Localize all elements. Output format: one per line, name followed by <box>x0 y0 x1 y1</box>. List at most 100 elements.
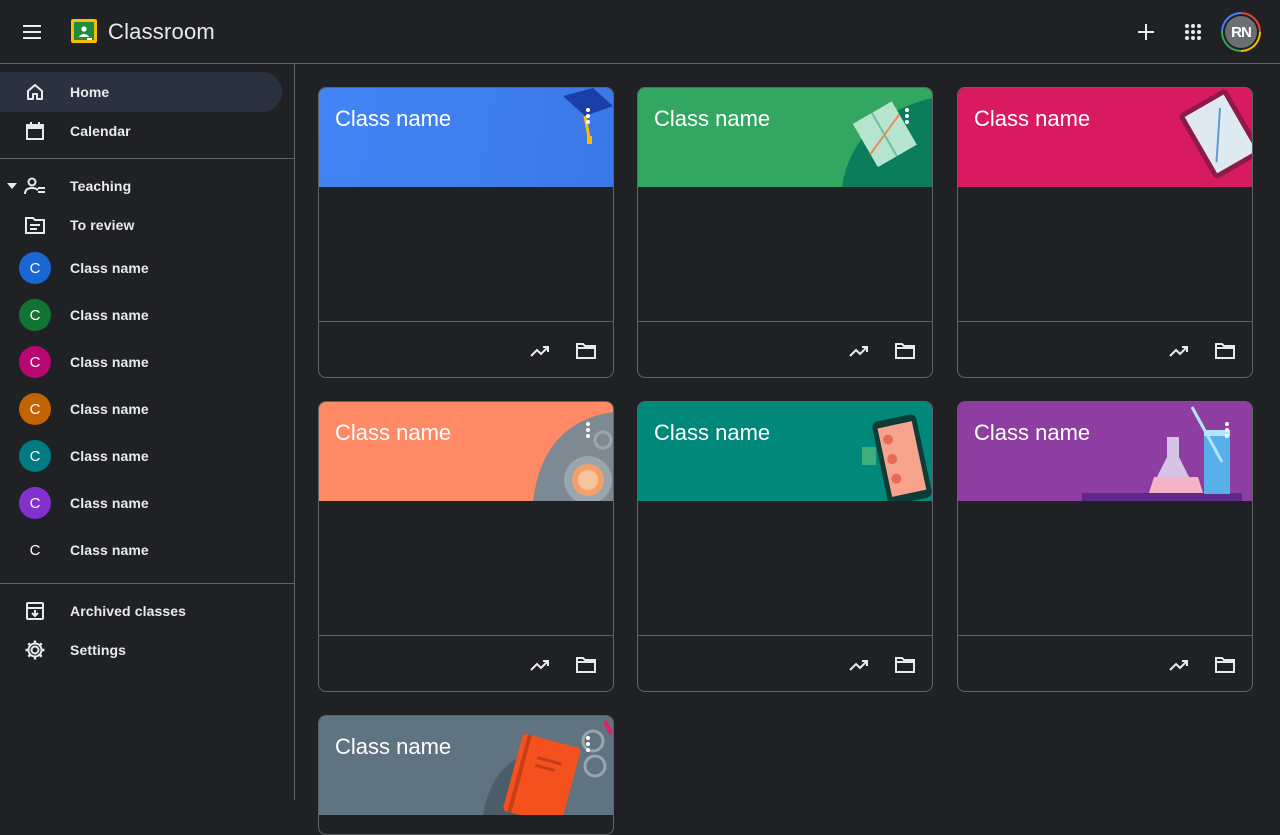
trending-up-icon[interactable] <box>847 653 871 677</box>
folder-icon[interactable] <box>893 653 917 677</box>
class-card-title[interactable]: Class name <box>654 106 770 132</box>
class-initial-avatar: C <box>19 252 51 284</box>
nav-to-review[interactable]: To review <box>0 205 282 245</box>
class-card-header[interactable]: Class name <box>638 402 932 501</box>
class-initial-avatar: C <box>19 346 51 378</box>
nav-class-label: Class name <box>70 448 149 464</box>
class-card-header[interactable]: Class name <box>319 88 613 187</box>
folder-icon[interactable] <box>1213 339 1237 363</box>
nav-class-4[interactable]: C Class name <box>0 389 282 429</box>
class-card-title[interactable]: Class name <box>335 106 451 132</box>
trending-up-icon[interactable] <box>1167 653 1191 677</box>
navigation-drawer: Home Calendar Teaching To review C Class… <box>0 64 295 800</box>
class-card-header[interactable]: Class name <box>319 716 613 815</box>
expand-arrow-icon[interactable] <box>7 183 17 189</box>
book-illustration-icon <box>842 98 932 187</box>
avatar-initials: RN <box>1225 16 1257 48</box>
class-card-title[interactable]: Class name <box>335 420 451 446</box>
folder-icon[interactable] <box>574 653 598 677</box>
class-initial-avatar: C <box>19 440 51 472</box>
nav-class-5[interactable]: C Class name <box>0 436 282 476</box>
trending-up-icon[interactable] <box>528 339 552 363</box>
folder-icon[interactable] <box>1213 653 1237 677</box>
orange-illustration-icon <box>533 412 613 501</box>
trending-up-icon[interactable] <box>1167 339 1191 363</box>
settings-gear-icon <box>24 639 46 661</box>
nav-class-label: Class name <box>70 401 149 417</box>
nav-settings-label: Settings <box>70 642 127 658</box>
class-initial-avatar: C <box>19 487 51 519</box>
nav-class-label: Class name <box>70 260 149 276</box>
class-card-title[interactable]: Class name <box>974 106 1090 132</box>
class-card-title[interactable]: Class name <box>974 420 1090 446</box>
class-card-footer <box>958 321 1252 377</box>
top-app-bar: Classroom RN <box>0 0 1280 64</box>
class-card: Class name <box>957 87 1253 378</box>
class-card-header[interactable]: Class name <box>958 88 1252 187</box>
sidebar-divider <box>0 583 294 584</box>
class-card: Class name <box>637 87 933 378</box>
calendar-icon <box>24 120 46 142</box>
class-card-footer <box>638 321 932 377</box>
class-initial-avatar: C <box>19 393 51 425</box>
trending-up-icon[interactable] <box>847 339 871 363</box>
class-card-footer <box>319 321 613 377</box>
class-card: Class name <box>318 401 614 692</box>
nav-home[interactable]: Home <box>0 72 282 112</box>
nav-class-2[interactable]: C Class name <box>0 295 282 335</box>
tablet-illustration-icon <box>1179 89 1252 179</box>
class-card-header[interactable]: Class name <box>319 402 613 501</box>
more-options-icon[interactable] <box>585 422 591 440</box>
more-options-icon[interactable] <box>585 108 591 126</box>
class-initial-avatar: C <box>29 541 41 559</box>
flask-illustration-icon <box>1082 406 1242 501</box>
account-avatar[interactable]: RN <box>1221 12 1261 52</box>
graduation-cap-illustration-icon <box>563 88 613 144</box>
nav-class-label: Class name <box>70 354 149 370</box>
nav-class-label: Class name <box>70 542 149 558</box>
to-review-folder-icon <box>24 214 46 236</box>
home-icon <box>24 81 46 103</box>
class-card-footer <box>638 635 932 691</box>
class-card: Class name <box>637 401 933 692</box>
class-card-title[interactable]: Class name <box>335 734 451 760</box>
class-card-header[interactable]: Class name <box>638 88 932 187</box>
app-title[interactable]: Classroom <box>108 19 215 45</box>
class-card-title[interactable]: Class name <box>654 420 770 446</box>
main-menu-icon[interactable] <box>23 22 47 42</box>
add-icon[interactable] <box>1134 20 1158 44</box>
nav-class-6[interactable]: C Class name <box>0 483 282 523</box>
nav-class-label: Class name <box>70 495 149 511</box>
nav-class-1[interactable]: C Class name <box>0 248 282 288</box>
nav-class-label: Class name <box>70 307 149 323</box>
class-card: Class name <box>318 715 614 835</box>
nav-archived-label: Archived classes <box>70 603 187 619</box>
sidebar-divider <box>0 158 294 159</box>
notebook-illustration-icon <box>483 720 613 815</box>
folder-icon[interactable] <box>574 339 598 363</box>
trending-up-icon[interactable] <box>528 653 552 677</box>
class-initial-avatar: C <box>19 299 51 331</box>
nav-class-3[interactable]: C Class name <box>0 342 282 382</box>
nav-settings[interactable]: Settings <box>0 630 282 670</box>
nav-class-7[interactable]: C Class name <box>0 530 282 570</box>
apps-grid-icon[interactable] <box>1181 20 1205 44</box>
more-options-icon[interactable] <box>1224 422 1230 440</box>
teaching-people-icon <box>24 175 46 197</box>
classroom-logo-icon[interactable] <box>71 19 97 43</box>
class-card-header[interactable]: Class name <box>958 402 1252 501</box>
nav-teaching-label: Teaching <box>70 178 132 194</box>
nav-home-label: Home <box>70 84 110 100</box>
nav-teaching[interactable]: Teaching <box>0 166 282 206</box>
folder-icon[interactable] <box>893 339 917 363</box>
nav-calendar[interactable]: Calendar <box>0 111 282 151</box>
class-card: Class name <box>318 87 614 378</box>
nav-calendar-label: Calendar <box>70 123 131 139</box>
nav-to-review-label: To review <box>70 217 135 233</box>
more-options-icon[interactable] <box>585 736 591 754</box>
class-card: Class name <box>957 401 1253 692</box>
nav-archived-classes[interactable]: Archived classes <box>0 591 282 631</box>
class-card-footer <box>319 635 613 691</box>
more-options-icon[interactable] <box>904 108 910 126</box>
class-card-footer <box>958 635 1252 691</box>
